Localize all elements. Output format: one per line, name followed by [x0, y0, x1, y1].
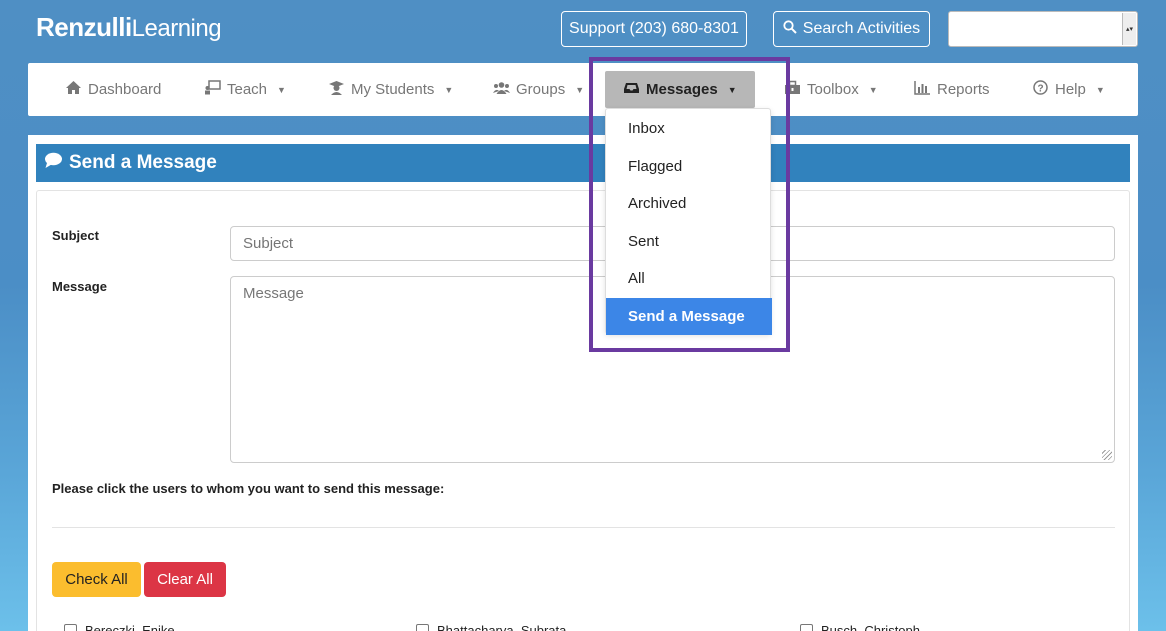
nav-teach-label: Teach: [227, 81, 268, 98]
message-form: Subject Message Message Please click the…: [36, 190, 1130, 631]
comment-icon: [44, 152, 63, 175]
nav-my-students[interactable]: My Students ▼: [328, 63, 453, 116]
messages-dropdown-menu: Inbox Flagged Archived Sent All Send a M…: [605, 108, 772, 335]
nav-messages-label: Messages: [646, 81, 718, 98]
nav-dashboard-label: Dashboard: [88, 81, 162, 98]
nav-reports-label: Reports: [937, 81, 990, 98]
send-message-panel: Send a Message Subject Message Message P…: [28, 135, 1138, 631]
toolbox-icon: [784, 80, 801, 99]
users-icon: [493, 80, 510, 99]
clear-all-button[interactable]: Clear All: [144, 562, 226, 597]
chevron-down-icon: ▼: [727, 84, 737, 95]
search-activities-button[interactable]: Search Activities: [773, 11, 930, 47]
message-placeholder: Message: [243, 285, 304, 302]
home-icon: [65, 80, 82, 99]
select-arrows-icon: ▴▾: [1122, 13, 1136, 45]
user-name: Bhattacharya, Subrata: [437, 623, 567, 631]
resize-handle[interactable]: [1102, 450, 1112, 460]
user-checkbox-item[interactable]: Bhattacharya, Subrata: [416, 623, 566, 631]
nav-groups-label: Groups: [516, 81, 566, 98]
nav-groups[interactable]: Groups ▼: [493, 63, 584, 116]
chevron-down-icon: ▼: [868, 84, 878, 95]
logo-text-secondary: Learning: [131, 15, 222, 42]
panel-header: Send a Message: [36, 144, 1130, 182]
checkbox[interactable]: [64, 624, 77, 631]
header-select[interactable]: ▴▾: [948, 11, 1138, 47]
user-name: Bereczki, Enike: [85, 623, 175, 631]
checkbox[interactable]: [416, 624, 429, 631]
page-title: Send a Message: [69, 152, 217, 173]
nav-help[interactable]: ? Help ▼: [1032, 63, 1105, 116]
subject-label: Subject: [52, 228, 99, 243]
menu-item-all[interactable]: All: [606, 260, 772, 297]
message-label: Message: [52, 279, 107, 294]
check-all-button[interactable]: Check All: [52, 562, 141, 597]
menu-item-sent[interactable]: Sent: [606, 223, 772, 260]
menu-item-send-a-message[interactable]: Send a Message: [606, 298, 772, 335]
nav-reports[interactable]: Reports: [914, 63, 990, 116]
chevron-down-icon: ▼: [575, 84, 585, 95]
user-checkbox-item[interactable]: Busch, Christoph: [800, 623, 920, 631]
logo-text-primary: Renzulli: [36, 12, 132, 42]
nav-dashboard[interactable]: Dashboard: [65, 63, 161, 116]
user-checkbox-item[interactable]: Bereczki, Enike: [64, 623, 175, 631]
graduate-icon: [328, 80, 345, 99]
main-navbar: Dashboard Teach ▼ My Students ▼ Groups ▼…: [28, 63, 1138, 116]
nav-teach[interactable]: Teach ▼: [204, 63, 286, 116]
nav-messages[interactable]: Messages ▼: [605, 71, 755, 108]
search-activities-label: Search Activities: [802, 20, 921, 37]
renzulli-logo[interactable]: RenzulliLearning: [36, 10, 222, 46]
bar-chart-icon: [914, 80, 931, 99]
menu-item-archived[interactable]: Archived: [606, 185, 772, 222]
inbox-icon: [623, 80, 640, 99]
menu-item-flagged[interactable]: Flagged: [606, 148, 772, 185]
nav-toolbox-label: Toolbox: [807, 81, 859, 98]
nav-toolbox[interactable]: Toolbox ▼: [784, 63, 878, 116]
chevron-down-icon: ▼: [1095, 84, 1105, 95]
nav-my-students-label: My Students: [351, 81, 435, 98]
user-name: Busch, Christoph: [821, 623, 920, 631]
search-icon: [783, 19, 797, 39]
menu-item-inbox[interactable]: Inbox: [606, 110, 772, 147]
support-label: Support (203) 680-8301: [569, 20, 739, 37]
checkbox[interactable]: [800, 624, 813, 631]
nav-help-label: Help: [1055, 81, 1086, 98]
svg-text:?: ?: [1037, 84, 1043, 95]
recipients-instructions: Please click the users to whom you want …: [52, 481, 445, 496]
chevron-down-icon: ▼: [277, 84, 286, 95]
chevron-down-icon: ▼: [444, 84, 454, 95]
question-circle-icon: ?: [1032, 80, 1049, 99]
divider: [52, 527, 1115, 528]
teach-icon: [204, 80, 221, 99]
support-button[interactable]: Support (203) 680-8301: [561, 11, 747, 47]
